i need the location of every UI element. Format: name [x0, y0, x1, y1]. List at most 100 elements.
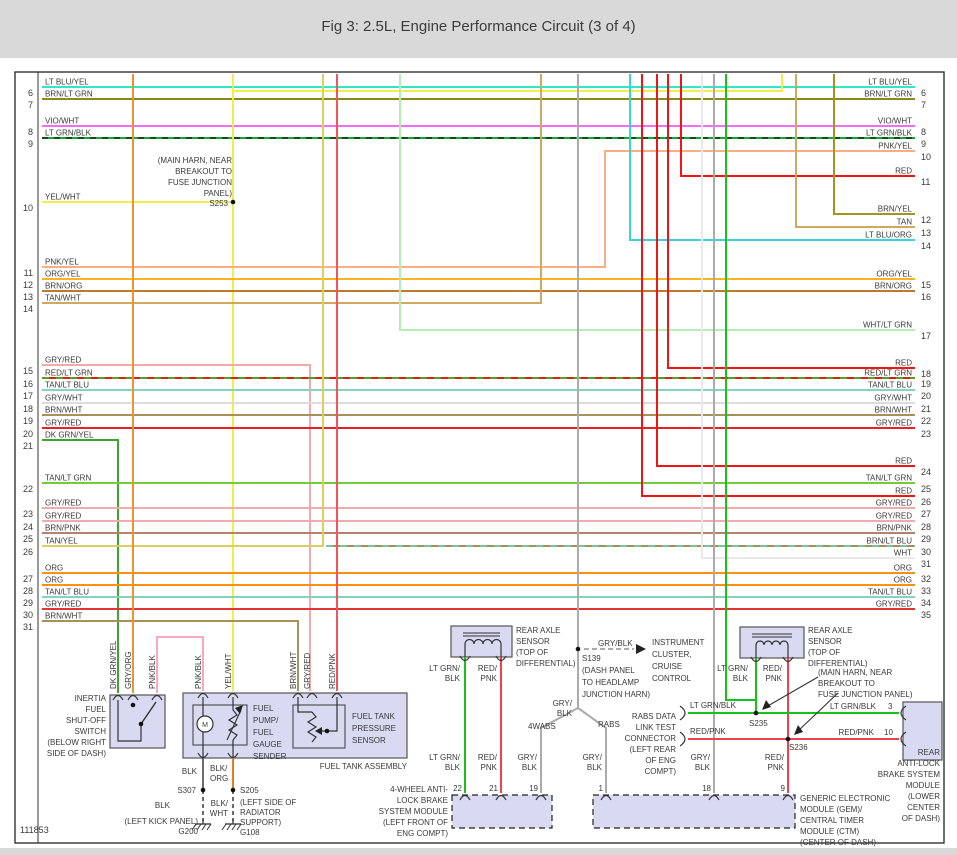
label-rear-abs-module-line-7: OF DASH)	[902, 814, 941, 823]
figure-number: 111853	[20, 825, 49, 835]
right-pin-number-7: 7	[921, 100, 926, 110]
splice-s236	[785, 736, 791, 742]
right-pin-number-31: 31	[921, 559, 931, 569]
right-pin-number-27: 27	[921, 509, 931, 519]
bottom-strip	[0, 848, 957, 855]
label-rear-abs-module-line-5: (LOWER	[908, 792, 940, 801]
pin-num-9: 9	[781, 784, 786, 793]
label-4wabs: 4WABS	[528, 722, 556, 731]
module-gem-box	[592, 794, 796, 829]
splice-s235	[753, 710, 759, 716]
left-pin-label-13: BRN/ORG	[45, 282, 82, 291]
label-4wabs-module-line-2: LOCK BRAKE	[397, 796, 448, 805]
module-4wabs-box	[451, 794, 553, 829]
label-rear-axle-sensor1-line-2: SENSOR	[516, 637, 550, 646]
label-sensor2-grn-line-1: LT GRN/	[717, 664, 749, 673]
left-pin-label-14: TAN/WHT	[45, 294, 81, 303]
left-pin-label-10: YEL/WHT	[45, 193, 81, 202]
label-pin1-line-2: BLK	[587, 763, 603, 772]
left-pin-number-8: 8	[28, 127, 33, 137]
right-pin-label-8: VIO/WHT	[878, 117, 912, 126]
label-pin18-line-1: GRY/	[691, 753, 711, 762]
label-blk-wht-line-2: WHT	[210, 809, 228, 818]
left-pin-number-21: 21	[23, 441, 33, 451]
note-main-harn-line-3: FUSE JUNCTION PANEL)	[818, 690, 913, 699]
left-pin-number-16: 16	[23, 379, 33, 389]
right-pin-number-29: 29	[921, 534, 931, 544]
label-sensor2-grn-line-2: BLK	[733, 674, 749, 683]
label-gry-blk-dash: GRY/BLK	[598, 639, 633, 648]
wire-gry-blk-4wabs	[540, 707, 579, 793]
left-pin-number-6: 6	[28, 88, 33, 98]
left-pin-number-19: 19	[23, 416, 33, 426]
right-pin-label-24: RED	[895, 457, 912, 466]
left-pin-label-24: GRY/RED	[45, 512, 82, 521]
label-fuel-pump-line-3: FUEL	[253, 728, 274, 737]
splice-s205	[230, 787, 236, 793]
label-blk-org-line-2: ORG	[210, 774, 228, 783]
left-pin-label-22: TAN/LT GRN	[45, 474, 91, 483]
rear-axle-sensor1-box	[450, 625, 513, 658]
label-rear-axle-sensor2-line-3: (TOP OF	[808, 648, 840, 657]
wire-brn-wht-31	[42, 620, 299, 691]
right-pin-label-33: ORG	[894, 576, 912, 585]
label-radiator-support-line-2: RADIATOR	[240, 808, 281, 817]
label-pin21-line-2: PNK	[481, 763, 498, 772]
label-pin19-line-2: BLK	[522, 763, 538, 772]
pin-num-22: 22	[453, 784, 462, 793]
right-pin-number-28: 28	[921, 522, 931, 532]
vlabel-pnk-blk-switch: PNK/BLK	[148, 655, 157, 689]
right-pin-number-13: 13	[921, 228, 931, 238]
vlabel-red-pnk: RED/PNK	[328, 653, 337, 689]
label-red-pnk-left: RED/PNK	[690, 727, 726, 736]
ground-g200-hatch-3	[206, 823, 212, 831]
left-pin-label-19: BRN/WHT	[45, 406, 82, 415]
right-pin-number-32: 32	[921, 574, 931, 584]
right-pin-number-30: 30	[921, 547, 931, 557]
pin-num-19: 19	[529, 784, 538, 793]
label-rear-abs-module-line-6: CENTER	[907, 803, 940, 812]
label-rear-axle-sensor1-line-1: REAR AXLE	[516, 626, 560, 635]
label-split-gry-blk-line-1: GRY/	[553, 699, 573, 708]
right-pin-label-7: BRN/LT GRN	[864, 90, 912, 99]
left-pin-label-23: GRY/RED	[45, 499, 82, 508]
label-4wabs-module-line-4: (LEFT FRONT OF	[383, 818, 448, 827]
left-pin-label-16: RED/LT GRN	[45, 369, 93, 378]
label-rabs-connector-line-5: OF ENG	[645, 756, 676, 765]
left-pin-number-17: 17	[23, 391, 33, 401]
label-rear-abs-module-line-1: REAR	[918, 748, 940, 757]
left-pin-label-28: ORG	[45, 576, 63, 585]
label-s205: S205	[240, 786, 259, 795]
right-pin-label-19: RED/LT GRN	[864, 369, 912, 378]
label-lt-grn-blk-right: LT GRN/BLK	[830, 702, 877, 711]
note-s139-line-4: JUNCTION HARN)	[582, 690, 650, 699]
label-gem-module-line-5: (CENTER OF DASH)	[800, 838, 876, 847]
right-pin-label-26: RED	[895, 487, 912, 496]
right-pin-label-30: BRN/LT BLU	[867, 537, 913, 546]
vlabel-yel-wht: YEL/WHT	[224, 653, 233, 689]
right-pin-label-11: RED	[895, 167, 912, 176]
left-pin-number-14: 14	[23, 304, 33, 314]
right-pin-number-12: 12	[921, 215, 931, 225]
right-pin-number-20: 20	[921, 391, 931, 401]
pin-num-21: 21	[489, 784, 498, 793]
instrument-arrowhead	[636, 644, 646, 654]
vlabel-dk-grn-yel: DK GRN/YEL	[109, 640, 118, 689]
label-rear-axle-sensor2-line-2: SENSOR	[808, 637, 842, 646]
pin-num-18: 18	[702, 784, 711, 793]
right-pin-number-34: 34	[921, 598, 931, 608]
label-sensor1-grn-line-1: LT GRN/	[429, 664, 461, 673]
left-pin-number-20: 20	[23, 429, 33, 439]
left-pin-number-18: 18	[23, 404, 33, 414]
right-pin-number-23: 23	[921, 429, 931, 439]
left-pin-number-31: 31	[23, 622, 33, 632]
right-pin-number-22: 22	[921, 416, 931, 426]
left-pin-label-12: ORG/YEL	[45, 270, 81, 279]
right-pin-number-35: 35	[921, 610, 931, 620]
label-inertia-switch-line-5: (BELOW RIGHT	[47, 738, 106, 747]
label-rear-axle-sensor1-line-3: (TOP OF	[516, 648, 548, 657]
label-g200: G200	[178, 827, 198, 836]
left-pin-number-11: 11	[24, 268, 33, 278]
note-s139-line-1: S139	[582, 654, 601, 663]
left-pin-number-27: 27	[23, 574, 33, 584]
